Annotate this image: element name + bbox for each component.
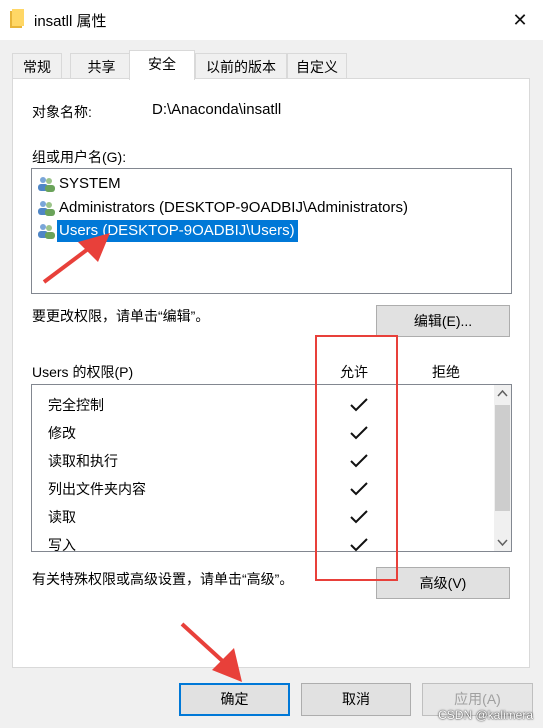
window-title: insatll 属性 bbox=[34, 13, 107, 30]
permission-row: 列出文件夹内容 bbox=[48, 481, 146, 497]
arrow-annotation-icon bbox=[180, 622, 242, 682]
folder-icon bbox=[10, 9, 24, 28]
cancel-button[interactable]: 取消 bbox=[301, 683, 411, 716]
permission-row: 读取 bbox=[48, 509, 76, 525]
tab-previous-versions[interactable]: 以前的版本 bbox=[195, 53, 287, 79]
permission-row: 修改 bbox=[48, 425, 76, 441]
permission-row: 完全控制 bbox=[48, 397, 104, 413]
arrow-annotation-icon bbox=[42, 233, 110, 284]
deny-header: 拒绝 bbox=[432, 364, 460, 380]
tab-security[interactable]: 安全 bbox=[129, 50, 195, 80]
users-icon bbox=[38, 177, 55, 192]
scroll-thumb[interactable] bbox=[495, 405, 510, 511]
user-name: SYSTEM bbox=[59, 175, 121, 192]
user-name: Administrators (DESKTOP-9OADBIJ\Administ… bbox=[59, 199, 408, 216]
scroll-down-icon[interactable] bbox=[497, 539, 508, 547]
edit-hint: 要更改权限，请单击“编辑”。 bbox=[32, 308, 210, 324]
groups-label: 组或用户名(G): bbox=[32, 149, 127, 165]
permissions-listbox[interactable]: 完全控制 修改 读取和执行 列出文件夹内容 读取 写入 bbox=[31, 384, 512, 553]
permission-row: 读取和执行 bbox=[48, 453, 118, 469]
object-name-label: 对象名称: bbox=[32, 104, 92, 120]
object-name-value: D:\Anaconda\insatll bbox=[152, 101, 282, 118]
annotation-box bbox=[315, 335, 398, 581]
permissions-label: Users 的权限(P) bbox=[32, 364, 134, 380]
tab-customize[interactable]: 自定义 bbox=[287, 53, 347, 79]
tab-sharing[interactable]: 共享 bbox=[70, 53, 133, 79]
close-button[interactable]: ✕ bbox=[497, 0, 543, 40]
tab-general[interactable]: 常规 bbox=[12, 53, 62, 79]
advanced-hint: 有关特殊权限或高级设置，请单击“高级”。 bbox=[32, 571, 294, 587]
permission-row: 写入 bbox=[48, 537, 76, 553]
users-icon bbox=[38, 201, 55, 216]
ok-button[interactable]: 确定 bbox=[179, 683, 290, 716]
scroll-up-icon[interactable] bbox=[497, 389, 508, 397]
title-bar: insatll 属性 ✕ bbox=[0, 0, 543, 40]
edit-button[interactable]: 编辑(E)... bbox=[376, 305, 510, 337]
scrollbar[interactable] bbox=[494, 385, 511, 551]
watermark: CSDN @kalimera bbox=[438, 708, 533, 722]
close-icon: ✕ bbox=[512, 9, 528, 30]
